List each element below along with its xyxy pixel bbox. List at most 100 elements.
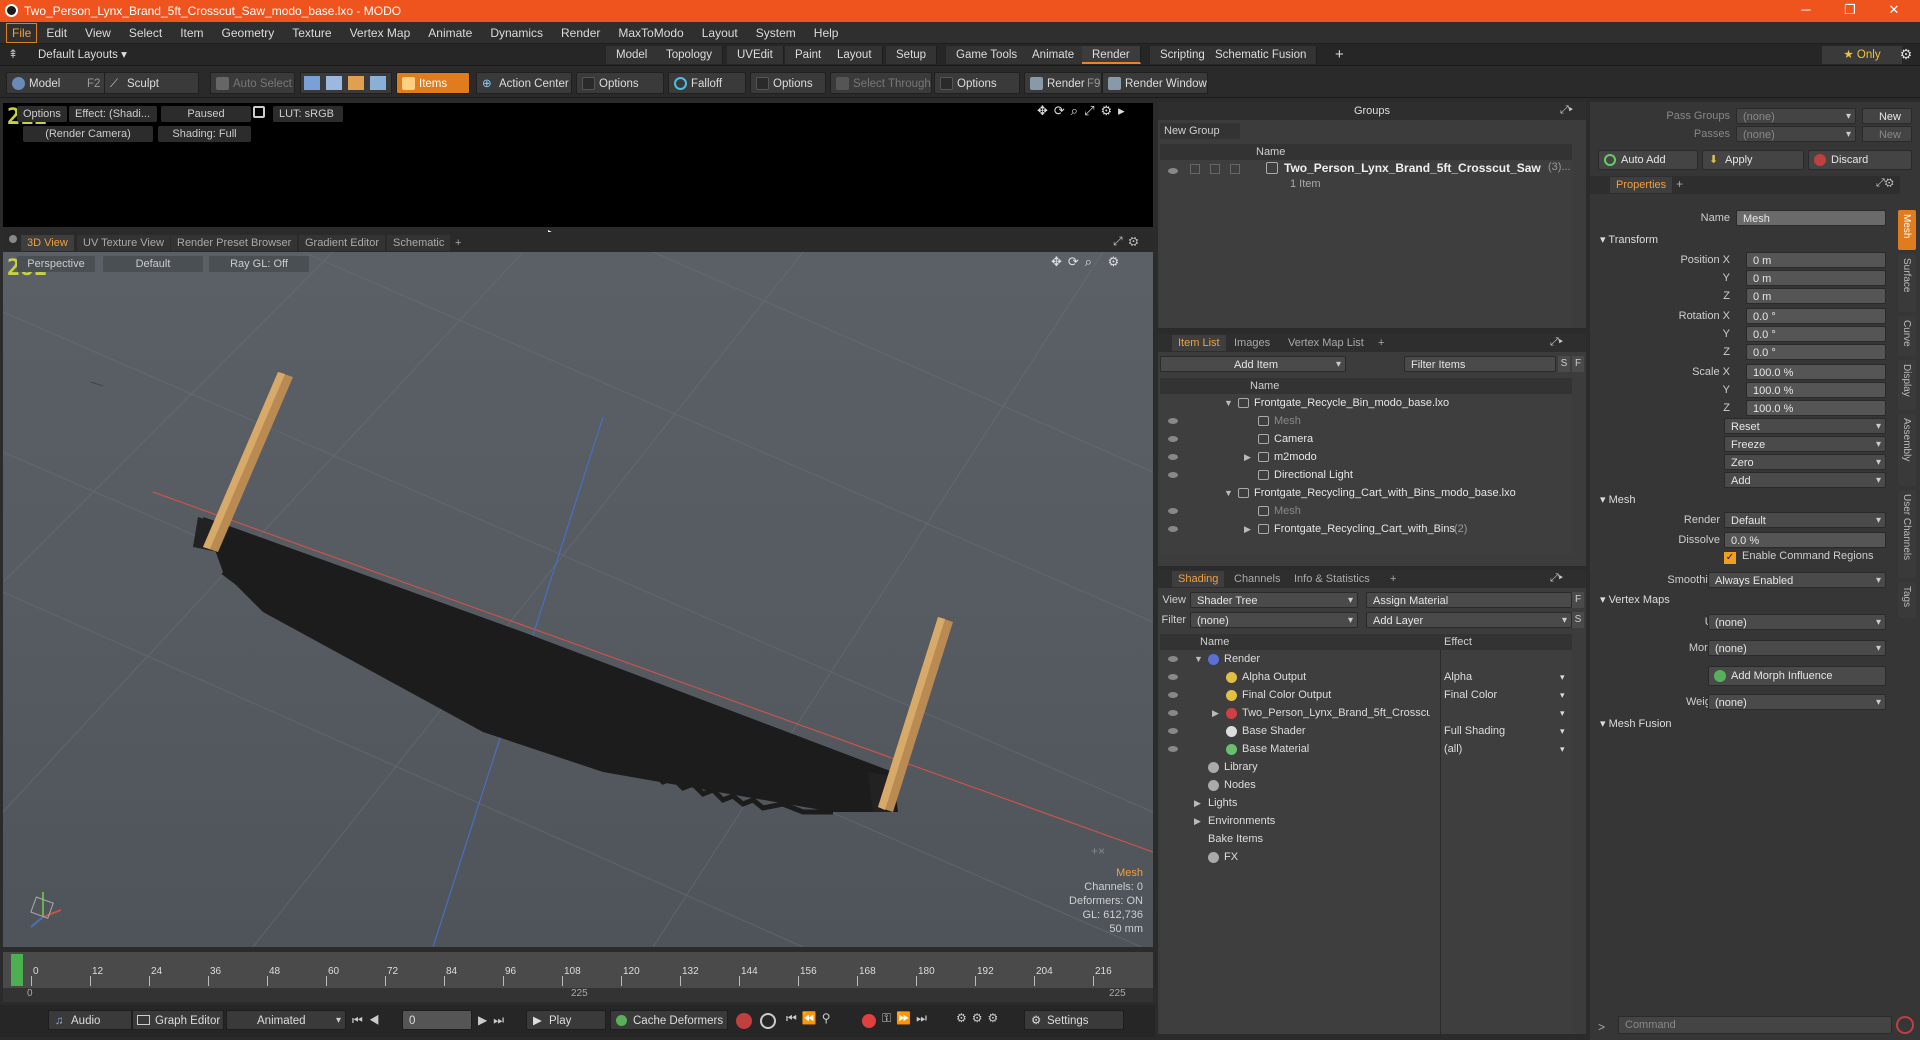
render-dropdown[interactable]: Default [1724, 512, 1886, 529]
items-mode-button[interactable]: Items [396, 72, 470, 94]
add-dropdown[interactable]: Add [1724, 472, 1886, 489]
paused-button[interactable]: Paused [161, 106, 251, 122]
shader-item-effect[interactable]: Full Shading [1444, 722, 1505, 740]
shader-tree-row[interactable]: ▶ Two_Person_Lynx_Brand_5ft_Crosscut... ▾ [1160, 704, 1572, 722]
add-shading-tab-button[interactable]: + [1384, 571, 1402, 587]
tab-vertex-map-list[interactable]: Vertex Map List [1282, 335, 1370, 351]
group-item-name[interactable]: Two_Person_Lynx_Brand_5ft_Crosscut_Saw [1284, 161, 1541, 175]
list-item[interactable]: Directional Light [1160, 466, 1572, 484]
add-item-list-tab-button[interactable]: + [1372, 335, 1390, 351]
shader-item-effect[interactable]: Final Color [1444, 686, 1497, 704]
dissolve-field[interactable]: 0.0 % [1724, 532, 1886, 548]
expand-icon[interactable]: ▶ [1244, 520, 1251, 538]
item-list-expand-icon[interactable]: ⤢▸ [1550, 336, 1563, 349]
render-preview[interactable]: 211 Options Effect: (Shadi... Paused LUT… [3, 103, 1153, 296]
default-style-dropdown[interactable]: Default [103, 256, 203, 272]
timeline[interactable]: 0 12 24 36 48 60 72 84 96 108 120 132 144 156 168 180 19… [3, 952, 1153, 1002]
smoothing-dropdown[interactable]: Always Enabled [1708, 572, 1886, 589]
add-viewport-tab-button[interactable]: + [449, 235, 467, 251]
viewport-nav-icons[interactable]: ✥⟳⌕ ⚙ [1051, 254, 1125, 270]
animated-dropdown[interactable]: Animated [226, 1010, 346, 1031]
morph-dropdown[interactable]: (none) [1708, 640, 1886, 657]
side-tab-mesh[interactable]: Mesh [1898, 210, 1916, 250]
menu-texture[interactable]: Texture [283, 22, 340, 44]
layout-tab-topology[interactable]: Topology [656, 46, 724, 64]
eye-icon[interactable] [1168, 656, 1178, 662]
select-through-button[interactable]: Select Through [830, 72, 932, 94]
only-toggle[interactable]: ★ Only [1822, 46, 1902, 64]
side-tab-curve[interactable]: Curve [1898, 316, 1916, 356]
layout-collapse-icon[interactable]: ⇞ [8, 47, 18, 61]
close-button[interactable]: ✕ [1872, 0, 1916, 22]
mesh-fusion-section[interactable]: ▾ Mesh Fusion [1600, 716, 1896, 732]
frame-field[interactable]: 0 [402, 1010, 472, 1030]
action-center-options-button[interactable]: Options [576, 72, 664, 94]
weight-dropdown[interactable]: (none) [1708, 694, 1886, 711]
pass-groups-dropdown[interactable]: (none) [1736, 108, 1856, 125]
layout-tab-animate[interactable]: Animate [1022, 46, 1086, 64]
maximize-button[interactable]: ❐ [1828, 0, 1872, 22]
scale-z-field[interactable]: 100.0 % [1746, 400, 1886, 416]
3d-viewport[interactable]: +× 281 Perspective Default Ray GL: Off ✥… [3, 252, 1153, 947]
shader-tree-row[interactable]: FX [1160, 848, 1572, 866]
menu-help[interactable]: Help [805, 22, 848, 44]
discard-button[interactable]: Discard [1808, 150, 1912, 170]
shader-tree-row[interactable]: Nodes [1160, 776, 1572, 794]
menu-layout[interactable]: Layout [693, 22, 747, 44]
menu-vertex-map[interactable]: Vertex Map [341, 22, 420, 44]
passes-dropdown[interactable]: (none) [1736, 126, 1856, 143]
layout-tab-uvedit[interactable]: UVEdit [727, 46, 784, 64]
tab-images[interactable]: Images [1228, 335, 1276, 351]
effect-dropdown[interactable]: Effect: (Shadi... [69, 106, 157, 122]
preview-options-button[interactable]: Options [17, 106, 67, 122]
expand-icon[interactable]: ▶ [1194, 812, 1201, 830]
eye-icon[interactable] [1168, 472, 1178, 478]
eye-icon[interactable] [1168, 710, 1178, 716]
layout-tab-layout[interactable]: Layout [827, 46, 883, 64]
scale-y-field[interactable]: 100.0 % [1746, 382, 1886, 398]
tab-channels[interactable]: Channels [1228, 571, 1286, 587]
eye-icon[interactable] [1168, 418, 1178, 424]
list-item[interactable]: Mesh [1160, 412, 1572, 430]
expand-icon[interactable]: ▶ [1194, 794, 1201, 812]
render-camera-dropdown[interactable]: (Render Camera) [23, 126, 153, 142]
properties-expand-icon[interactable]: ⤢⚙ [1876, 177, 1894, 190]
list-item[interactable]: ▶ m2modo [1160, 448, 1572, 466]
list-item[interactable]: Camera [1160, 430, 1572, 448]
misc-key-icons[interactable]: ⚙⚙⚙ [956, 1011, 1003, 1025]
new-pass-group-button[interactable]: New [1862, 108, 1912, 124]
shader-tree-row[interactable]: ▶ Lights [1160, 794, 1572, 812]
tab-item-list[interactable]: Item List [1172, 335, 1226, 351]
select-icon[interactable] [1210, 164, 1220, 174]
search-f-button[interactable]: F [1572, 356, 1584, 372]
menu-maxtomodo[interactable]: MaxToModo [609, 22, 692, 44]
command-stop-icon[interactable] [1896, 1016, 1914, 1034]
shader-tree-row[interactable]: ▶ Environments [1160, 812, 1572, 830]
view-dropdown[interactable]: Shader Tree [1190, 592, 1358, 609]
minimize-button[interactable]: ─ [1784, 0, 1828, 22]
shader-tree-row[interactable]: Alpha Output Alpha ▾ [1160, 668, 1572, 686]
side-tab-display[interactable]: Display [1898, 360, 1916, 410]
vertex-mode-icon[interactable] [304, 76, 320, 90]
audio-button[interactable]: ♫ Audio [48, 1010, 132, 1030]
rotation-x-field[interactable]: 0.0 ° [1746, 308, 1886, 324]
add-layer-dropdown[interactable]: Add Layer [1366, 612, 1572, 629]
enable-command-regions-checkbox[interactable]: ✓ [1724, 552, 1736, 564]
auto-add-button[interactable]: Auto Add [1598, 150, 1698, 170]
chevron-down-icon[interactable]: ▾ [1560, 686, 1565, 704]
shader-tree-row[interactable]: ▼ Render [1160, 650, 1572, 668]
record-icon[interactable] [862, 1014, 876, 1028]
key-icon[interactable] [736, 1013, 752, 1029]
eye-icon[interactable] [1168, 746, 1178, 752]
polygon-mode-icon[interactable] [348, 76, 364, 90]
apply-button[interactable]: ⬇ Apply [1702, 150, 1804, 170]
position-y-field[interactable]: 0 m [1746, 270, 1886, 286]
gear-icon[interactable]: ⚙ [1896, 46, 1916, 63]
eye-icon[interactable] [1168, 526, 1178, 532]
eye-icon[interactable] [1168, 728, 1178, 734]
list-item[interactable]: ▼ Frontgate_Recycling_Cart_with_Bins_modo… [1160, 484, 1572, 502]
viewport-tab-3d-view[interactable]: 3D View [21, 235, 74, 251]
auto-key-icon[interactable] [760, 1013, 776, 1029]
add-morph-influence-button[interactable]: Add Morph Influence [1708, 666, 1886, 686]
command-input[interactable]: Command [1618, 1016, 1892, 1034]
